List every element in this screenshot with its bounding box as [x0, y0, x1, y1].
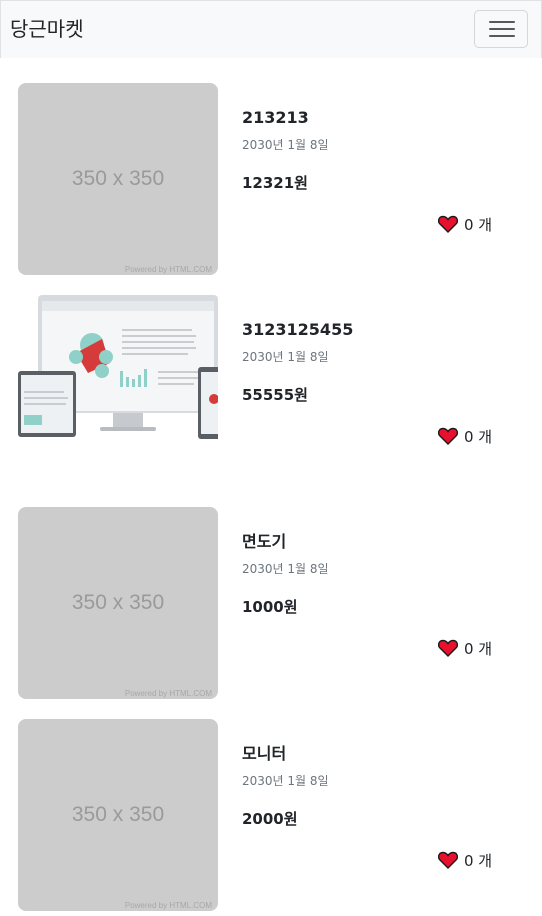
placeholder-credit: Powered by HTML.COM	[124, 689, 212, 698]
product-image-placeholder[interactable]: 350 x 350 Powered by HTML.COM	[18, 719, 218, 911]
product-title[interactable]: 면도기	[242, 531, 286, 553]
product-title[interactable]: 213213	[242, 107, 309, 129]
placeholder-label: 350 x 350	[71, 803, 165, 826]
heart-icon[interactable]	[438, 639, 458, 657]
like-count-text: 0 개	[464, 215, 493, 234]
product-date: 2030년 1월 8일	[242, 138, 329, 152]
like-count: 0 개	[438, 637, 492, 659]
product-image-placeholder[interactable]: 350 x 350 Powered by HTML.COM	[18, 83, 218, 275]
navbar-toggle-button[interactable]	[474, 10, 528, 48]
product-price: 1000원	[242, 598, 298, 616]
product-title[interactable]: 모니터	[242, 743, 286, 765]
product-price: 12321원	[242, 174, 308, 192]
like-count-text: 0 개	[464, 427, 493, 446]
heart-icon[interactable]	[438, 427, 458, 445]
product-price: 55555원	[242, 386, 308, 404]
placeholder-credit: Powered by HTML.COM	[124, 265, 212, 274]
product-date: 2030년 1월 8일	[242, 774, 329, 788]
placeholder-credit: Powered by HTML.COM	[124, 901, 212, 910]
product-info: 모니터 2030년 1월 8일 2000원 0 개	[242, 719, 522, 911]
like-count: 0 개	[438, 425, 492, 447]
heart-icon[interactable]	[438, 851, 458, 869]
product-image-devices[interactable]	[18, 295, 218, 487]
heart-icon[interactable]	[438, 215, 458, 233]
product-card[interactable]: 350 x 350 Powered by HTML.COM 면도기 2030년 …	[0, 507, 540, 699]
like-count: 0 개	[438, 849, 492, 871]
brand-link[interactable]: 당근마켓	[10, 16, 84, 42]
like-count-text: 0 개	[464, 639, 493, 658]
product-title[interactable]: 3123125455	[242, 319, 353, 341]
product-image-placeholder[interactable]: 350 x 350 Powered by HTML.COM	[18, 507, 218, 699]
navbar: 당근마켓	[0, 0, 542, 58]
product-card[interactable]: 350 x 350 Powered by HTML.COM 213213 203…	[0, 83, 540, 275]
placeholder-label: 350 x 350	[71, 167, 165, 190]
product-date: 2030년 1월 8일	[242, 562, 329, 576]
like-count: 0 개	[438, 213, 492, 235]
like-count-text: 0 개	[464, 851, 493, 870]
product-info: 3123125455 2030년 1월 8일 55555원 0 개	[242, 295, 522, 487]
product-info: 213213 2030년 1월 8일 12321원 0 개	[242, 83, 522, 275]
product-card[interactable]: 350 x 350 Powered by HTML.COM 모니터 2030년 …	[0, 719, 540, 911]
placeholder-label: 350 x 350	[71, 591, 165, 614]
product-info: 면도기 2030년 1월 8일 1000원 0 개	[242, 507, 522, 699]
devices-illustration	[18, 295, 218, 439]
product-price: 2000원	[242, 810, 298, 828]
product-date: 2030년 1월 8일	[242, 350, 329, 364]
product-card[interactable]: 3123125455 2030년 1월 8일 55555원 0 개	[0, 295, 540, 487]
